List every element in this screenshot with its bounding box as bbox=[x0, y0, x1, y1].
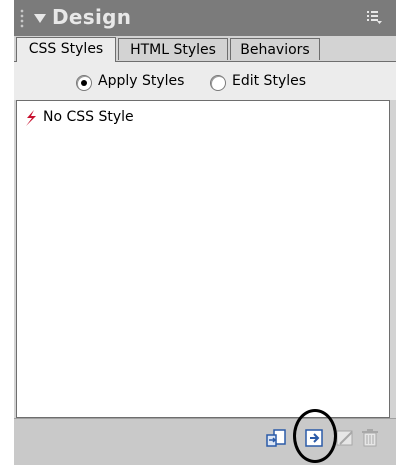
list-item[interactable]: No CSS Style bbox=[43, 109, 134, 125]
panel-title: Design bbox=[52, 5, 132, 29]
no-style-icon bbox=[26, 110, 36, 126]
options-menu-icon[interactable] bbox=[366, 9, 382, 25]
apply-styles-radio[interactable] bbox=[76, 75, 92, 91]
highlight-circle bbox=[293, 409, 337, 463]
edit-style-sheet-icon[interactable] bbox=[334, 427, 356, 449]
edit-styles-radio[interactable] bbox=[210, 75, 226, 91]
styles-list[interactable]: No CSS Style bbox=[16, 100, 390, 418]
tab-behaviors[interactable]: Behaviors bbox=[230, 38, 320, 60]
edit-styles-label[interactable]: Edit Styles bbox=[232, 73, 306, 89]
design-panel: Design CSS Styles HTML Styles Behaviors … bbox=[14, 0, 396, 465]
tab-html-styles[interactable]: HTML Styles bbox=[118, 38, 228, 60]
panel-titlebar[interactable]: Design bbox=[14, 0, 396, 36]
tab-css-styles[interactable]: CSS Styles bbox=[16, 37, 116, 62]
panel-toolbar bbox=[14, 409, 396, 465]
apply-styles-label[interactable]: Apply Styles bbox=[98, 73, 184, 89]
collapse-triangle-icon[interactable] bbox=[34, 14, 46, 23]
trash-icon[interactable] bbox=[359, 427, 381, 449]
style-mode-group: Apply Styles Edit Styles bbox=[14, 62, 396, 100]
drag-grip-icon[interactable] bbox=[20, 9, 26, 29]
attach-style-sheet-icon[interactable] bbox=[265, 427, 287, 449]
tab-bar: CSS Styles HTML Styles Behaviors bbox=[14, 36, 396, 62]
